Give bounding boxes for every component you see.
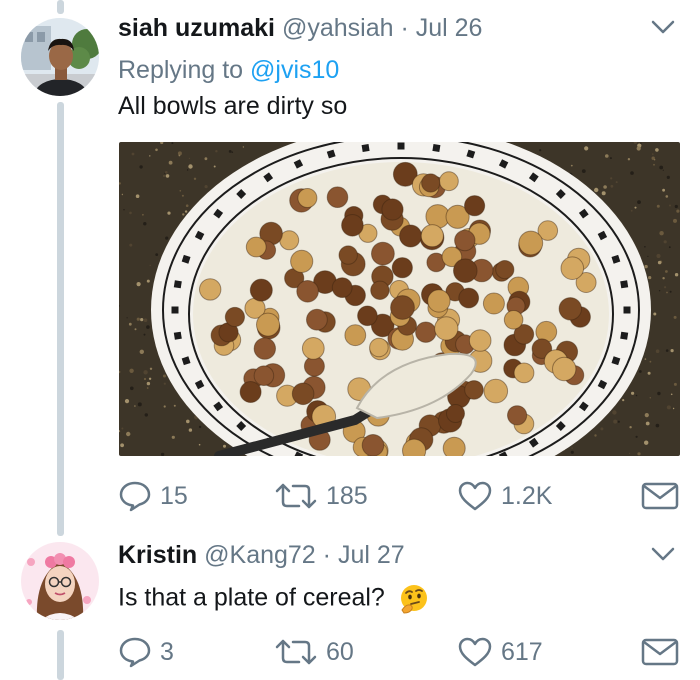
direct-message-icon: [641, 638, 679, 666]
thread-line-top: [57, 0, 64, 14]
thinking-face-emoji-icon: [400, 585, 427, 614]
retweet-button[interactable]: 60: [274, 632, 354, 672]
reply-icon: [119, 637, 151, 668]
retweet-button[interactable]: 185: [274, 476, 368, 516]
tweet-actions: 3 60 617: [118, 632, 683, 672]
like-count: 617: [501, 637, 543, 666]
like-button[interactable]: 1.2K: [457, 476, 552, 516]
replying-to: Replying to @jvis10: [118, 56, 339, 85]
separator-dot: ·: [400, 14, 409, 42]
reply-count: 3: [160, 637, 174, 666]
tweet-date[interactable]: Jul 27: [338, 541, 405, 569]
tweet-header: Kristin @Kang72 · Jul 27: [118, 541, 405, 570]
direct-message-button[interactable]: [641, 476, 679, 516]
author-name[interactable]: Kristin: [118, 541, 197, 569]
reply-button[interactable]: 15: [118, 476, 188, 516]
direct-message-icon: [641, 482, 679, 510]
cereal-plate-image: [119, 142, 680, 456]
tweet-header: siah uzumaki @yahsiah · Jul 26: [118, 14, 482, 43]
separator-dot: ·: [322, 541, 331, 569]
retweet-count: 185: [326, 481, 368, 510]
author-handle[interactable]: @Kang72: [204, 541, 316, 569]
thread-line-2: [57, 630, 64, 680]
retweet-icon: [275, 639, 317, 665]
avatar[interactable]: [21, 542, 99, 620]
chevron-down-icon[interactable]: [651, 19, 675, 35]
avatar-photo: [21, 18, 99, 96]
retweet-icon: [275, 483, 317, 509]
author-name[interactable]: siah uzumaki: [118, 14, 275, 42]
like-icon: [458, 637, 492, 667]
retweet-count: 60: [326, 637, 354, 666]
avatar-illustration: [21, 542, 99, 620]
tweet-text: All bowls are dirty so: [118, 92, 348, 120]
direct-message-button[interactable]: [641, 632, 679, 672]
like-count: 1.2K: [501, 481, 553, 510]
tweet-photo[interactable]: [119, 142, 680, 456]
avatar[interactable]: [21, 18, 99, 96]
thread-line-1: [57, 102, 64, 536]
tweet-text: Is that a plate of cereal?: [118, 583, 430, 615]
chevron-down-icon[interactable]: [651, 546, 675, 562]
like-icon: [458, 481, 492, 511]
like-button[interactable]: 617: [457, 632, 543, 672]
tweet-date[interactable]: Jul 26: [416, 14, 483, 42]
tweet-actions: 15 185 1.2K: [118, 476, 683, 516]
author-handle[interactable]: @yahsiah: [282, 14, 394, 42]
reply-count: 15: [160, 481, 188, 510]
reply-mention-link[interactable]: @jvis10: [250, 56, 339, 84]
tweet-text-content: Is that a plate of cereal?: [118, 583, 385, 612]
reply-icon: [119, 481, 151, 512]
replying-to-label: Replying to: [118, 56, 244, 84]
reply-button[interactable]: 3: [118, 632, 174, 672]
